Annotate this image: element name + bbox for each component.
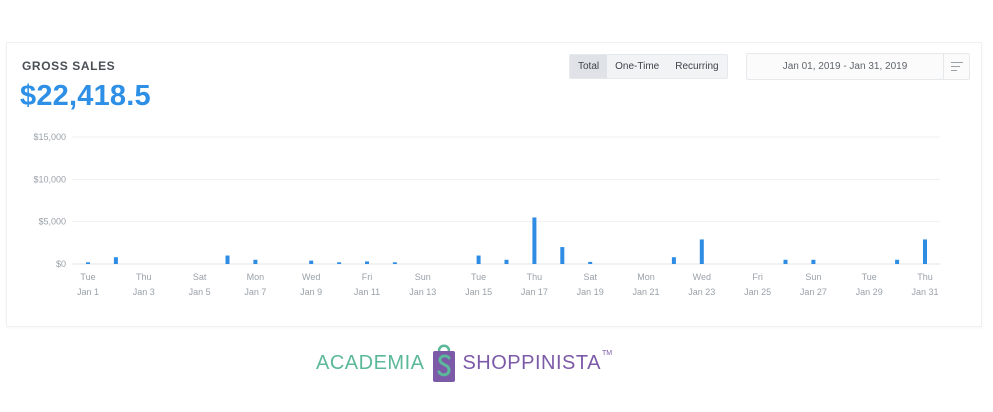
x-tick-date: Jan 11 bbox=[354, 287, 380, 297]
x-tick-date: Jan 31 bbox=[911, 287, 938, 297]
x-tick-weekday: Tue bbox=[862, 272, 877, 282]
y-tick-label: $10,000 bbox=[33, 174, 66, 184]
bar-jan-18[interactable] bbox=[560, 247, 565, 264]
x-tick-date: Jan 21 bbox=[632, 287, 659, 297]
x-tick-weekday: Fri bbox=[752, 272, 763, 282]
bar-jan-23[interactable] bbox=[699, 239, 704, 264]
bar-jan-17[interactable] bbox=[532, 217, 537, 264]
bar-jan-12[interactable] bbox=[392, 262, 397, 264]
x-tick-date: Jan 15 bbox=[465, 287, 492, 297]
x-tick-weekday: Fri bbox=[362, 272, 373, 282]
bar-jan-30[interactable] bbox=[895, 259, 900, 264]
x-tick-weekday: Sun bbox=[415, 272, 431, 282]
x-tick-weekday: Thu bbox=[527, 272, 543, 282]
bar-jan-7[interactable] bbox=[253, 259, 258, 264]
x-tick-weekday: Wed bbox=[693, 272, 711, 282]
x-tick-weekday: Sun bbox=[805, 272, 821, 282]
x-tick-date: Jan 27 bbox=[800, 287, 827, 297]
x-tick-date: Jan 17 bbox=[521, 287, 548, 297]
bar-jan-31[interactable] bbox=[923, 239, 927, 264]
bar-jan-15[interactable] bbox=[476, 255, 481, 264]
logo-trademark: TM bbox=[601, 350, 613, 357]
bar-jan-27[interactable] bbox=[811, 259, 816, 264]
shopping-bag-s-icon bbox=[433, 344, 456, 382]
x-tick-date: Jan 19 bbox=[577, 287, 604, 297]
bar-jan-9[interactable] bbox=[309, 260, 314, 264]
y-tick-label: $15,000 bbox=[33, 132, 66, 142]
x-tick-date: Jan 5 bbox=[189, 287, 211, 297]
x-tick-weekday: Sat bbox=[193, 272, 207, 282]
bar-jan-2[interactable] bbox=[113, 257, 118, 264]
x-tick-weekday: Tue bbox=[471, 272, 486, 282]
bar-jan-26[interactable] bbox=[783, 259, 788, 264]
y-tick-label: $0 bbox=[56, 259, 66, 269]
x-tick-date: Jan 29 bbox=[856, 287, 883, 297]
bar-jan-19[interactable] bbox=[588, 261, 593, 264]
x-tick-weekday: Thu bbox=[136, 272, 152, 282]
x-tick-weekday: Sat bbox=[583, 272, 597, 282]
x-tick-date: Jan 1 bbox=[77, 287, 99, 297]
logo-text-right: SHOPPINISTA bbox=[462, 351, 601, 374]
x-tick-weekday: Mon bbox=[247, 272, 265, 282]
bar-jan-16[interactable] bbox=[504, 259, 509, 264]
x-tick-date: Jan 25 bbox=[744, 287, 771, 297]
x-tick-weekday: Tue bbox=[80, 272, 95, 282]
logo-text-left: ACADEMIA bbox=[316, 351, 425, 374]
x-tick-weekday: Mon bbox=[637, 272, 655, 282]
x-tick-date: Jan 9 bbox=[300, 287, 322, 297]
bar-jan-22[interactable] bbox=[671, 257, 676, 264]
bar-jan-11[interactable] bbox=[365, 261, 369, 264]
x-tick-date: Jan 3 bbox=[133, 287, 155, 297]
x-tick-date: Jan 7 bbox=[244, 287, 266, 297]
x-tick-date: Jan 13 bbox=[409, 287, 436, 297]
x-tick-weekday: Thu bbox=[917, 272, 933, 282]
y-tick-label: $5,000 bbox=[38, 217, 66, 227]
bar-jan-6[interactable] bbox=[225, 255, 230, 264]
x-tick-weekday: Wed bbox=[302, 272, 320, 282]
x-tick-date: Jan 23 bbox=[688, 287, 715, 297]
brand-logo: ACADEMIA SHOPPINISTA TM bbox=[316, 342, 612, 384]
bar-jan-1[interactable] bbox=[86, 262, 90, 264]
bar-jan-10[interactable] bbox=[337, 262, 342, 264]
